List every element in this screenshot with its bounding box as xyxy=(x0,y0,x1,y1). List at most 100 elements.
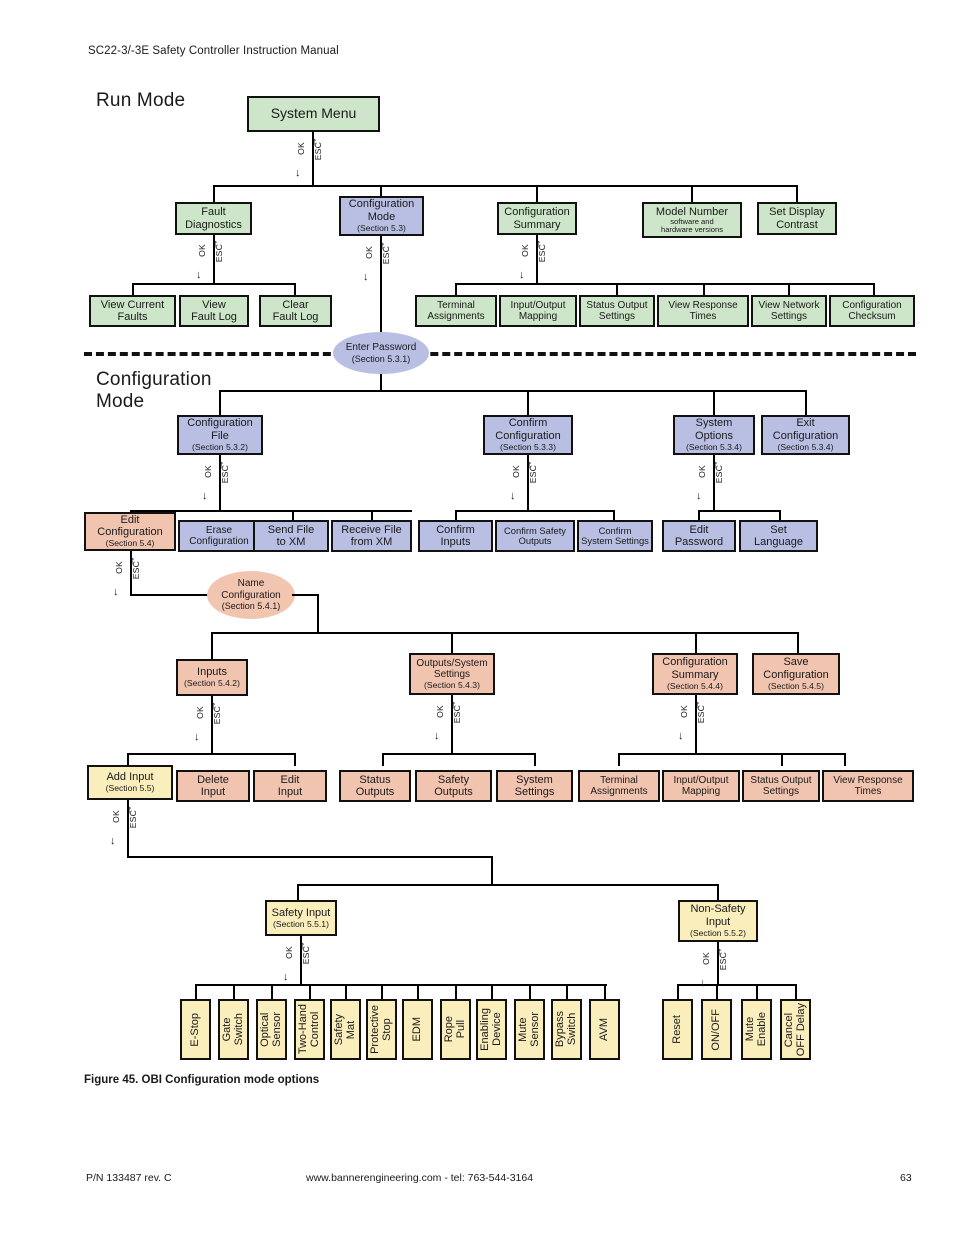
node-input-type-edm[interactable]: EDM xyxy=(402,999,433,1060)
node-label: E-Stop xyxy=(188,1012,201,1047)
arrow-up-icon: ↑ xyxy=(127,804,133,816)
node-configuration-mode[interactable]: Configuration Mode (Section 5.3) xyxy=(339,196,424,236)
node-non-safety-input[interactable]: Non-Safety Input (Section 5.5.2) xyxy=(678,900,758,942)
node-status-output-settings-edit[interactable]: Status Output Settings xyxy=(742,770,820,802)
node-configuration-summary[interactable]: Configuration Summary xyxy=(497,202,577,235)
key-hint-system-menu: OK ESC ↓ ↑ xyxy=(293,137,335,184)
node-set-language[interactable]: Set Language xyxy=(739,520,818,552)
node-configuration-summary-edit[interactable]: Configuration Summary (Section 5.4.4) xyxy=(652,653,738,695)
arrow-down-icon: ↓ xyxy=(696,490,702,502)
node-view-response-times[interactable]: View Response Times xyxy=(657,295,749,327)
node-fault-diagnostics[interactable]: Fault Diagnostics xyxy=(175,202,252,235)
node-edit-configuration[interactable]: Edit Configuration (Section 5.4) xyxy=(84,512,176,551)
node-label: Confirm Configuration xyxy=(495,417,561,442)
node-label: System Menu xyxy=(270,105,357,122)
node-input-type-protective-stop[interactable]: Protective Stop xyxy=(366,999,397,1060)
node-terminal-assignments[interactable]: Terminal Assignments xyxy=(415,295,497,327)
node-inputs[interactable]: Inputs (Section 5.4.2) xyxy=(176,659,248,696)
connector xyxy=(717,884,719,900)
node-clear-fault-log[interactable]: Clear Fault Log xyxy=(259,295,332,327)
connector xyxy=(691,185,693,202)
node-input-type-optical-sensor[interactable]: Optical Sensor xyxy=(256,999,287,1060)
node-add-input[interactable]: Add Input (Section 5.5) xyxy=(87,765,173,800)
key-ok-label: OK xyxy=(697,465,707,478)
node-system-settings[interactable]: System Settings xyxy=(496,770,573,802)
node-confirm-inputs[interactable]: Confirm Inputs xyxy=(418,520,493,552)
node-input-type-avm[interactable]: AVM xyxy=(589,999,620,1060)
connector xyxy=(529,984,531,999)
node-send-file-to-xm[interactable]: Send File to XM xyxy=(253,520,329,552)
node-input-type-enabling-device[interactable]: Enabling Device xyxy=(476,999,507,1060)
node-view-fault-log[interactable]: View Fault Log xyxy=(179,295,249,327)
node-status-output-settings[interactable]: Status Output Settings xyxy=(579,295,655,327)
node-input-output-mapping-edit[interactable]: Input/Output Mapping xyxy=(662,770,740,802)
node-input-type-gate-switch[interactable]: Gate Switch xyxy=(218,999,249,1060)
node-input-type-safety-mat[interactable]: Safety Mat xyxy=(330,999,361,1060)
node-input-type-mute-sensor[interactable]: Mute Sensor xyxy=(514,999,545,1060)
node-status-outputs[interactable]: Status Outputs xyxy=(339,770,411,802)
node-terminal-assignments-edit[interactable]: Terminal Assignments xyxy=(578,770,660,802)
node-safety-outputs[interactable]: Safety Outputs xyxy=(415,770,492,802)
node-label: Non-Safety Input xyxy=(690,903,746,928)
node-view-response-times-edit[interactable]: View Response Times xyxy=(822,770,914,802)
node-section: (Section 5.3.2) xyxy=(192,441,248,452)
node-view-network-settings[interactable]: View Network Settings xyxy=(751,295,827,327)
node-label: Configuration Summary xyxy=(662,656,728,681)
node-input-type-mute-enable[interactable]: Mute Enable xyxy=(741,999,772,1060)
arrow-up-icon: ↑ xyxy=(380,240,386,252)
key-hint-non-safety-input: OK ESC ↓ ↑ xyxy=(698,947,740,994)
connector xyxy=(716,984,718,999)
node-view-current-faults[interactable]: View Current Faults xyxy=(89,295,176,327)
node-label: Exit Configuration xyxy=(772,417,839,442)
connector xyxy=(317,594,319,634)
node-delete-input[interactable]: Delete Input xyxy=(176,770,250,802)
node-label: ON/OFF xyxy=(709,1008,722,1051)
node-enter-password[interactable]: Enter Password (Section 5.3.1) xyxy=(333,332,429,374)
node-safety-input[interactable]: Safety Input (Section 5.5.1) xyxy=(265,900,337,936)
connector xyxy=(292,510,294,520)
node-confirm-system-settings[interactable]: Confirm System Settings xyxy=(577,520,653,552)
connector xyxy=(788,283,790,295)
node-input-type-bypass-switch[interactable]: Bypass Switch xyxy=(551,999,582,1060)
node-exit-configuration[interactable]: Exit Configuration (Section 5.3.4) xyxy=(761,415,850,455)
node-save-configuration[interactable]: Save Configuration (Section 5.4.5) xyxy=(752,653,840,695)
node-input-type-two-hand-control[interactable]: Two-Hand Control xyxy=(294,999,325,1060)
node-confirm-configuration[interactable]: Confirm Configuration (Section 5.3.3) xyxy=(483,415,573,455)
node-edit-input[interactable]: Edit Input xyxy=(253,770,327,802)
node-input-type-rope-pull[interactable]: Rope Pull xyxy=(440,999,471,1060)
node-configuration-file[interactable]: Configuration File (Section 5.3.2) xyxy=(177,415,263,455)
node-label: Safety Input xyxy=(271,906,331,919)
node-label: Enabling Device xyxy=(478,1008,503,1051)
node-outputs-system-settings[interactable]: Outputs/System Settings (Section 5.4.3) xyxy=(409,653,495,695)
node-confirm-safety-outputs[interactable]: Confirm Safety Outputs xyxy=(495,520,575,552)
node-input-type-reset[interactable]: Reset xyxy=(662,999,693,1060)
connector xyxy=(527,390,529,415)
connector xyxy=(213,185,215,202)
node-label: Reset xyxy=(670,1015,683,1044)
node-receive-file-from-xm[interactable]: Receive File from XM xyxy=(331,520,412,552)
node-input-output-mapping[interactable]: Input/Output Mapping xyxy=(499,295,577,327)
connector xyxy=(455,984,457,999)
connector xyxy=(132,283,134,295)
node-input-type-on-off[interactable]: ON/OFF xyxy=(701,999,732,1060)
node-edit-password[interactable]: Edit Password xyxy=(662,520,736,552)
connector xyxy=(294,753,296,766)
node-section: (Section 5.4) xyxy=(105,538,155,549)
node-section: (Section 5.3) xyxy=(357,222,406,233)
node-input-type-cancel-off-delay[interactable]: Cancel OFF Delay xyxy=(780,999,811,1060)
connector xyxy=(345,984,347,999)
arrow-down-icon: ↓ xyxy=(519,269,525,281)
node-input-type-e-stop[interactable]: E-Stop xyxy=(180,999,211,1060)
connector xyxy=(781,753,783,766)
connector xyxy=(805,390,807,415)
node-label: System Options xyxy=(695,417,733,442)
key-hint-confirm-configuration: OK ESC ↓ ↑ xyxy=(508,460,550,507)
node-name-configuration[interactable]: Name Configuration (Section 5.4.1) xyxy=(207,571,295,619)
node-set-display-contrast[interactable]: Set Display Contrast xyxy=(757,202,837,235)
node-system-menu[interactable]: System Menu xyxy=(247,96,380,132)
node-configuration-checksum[interactable]: Configuration Checksum xyxy=(829,295,915,327)
node-erase-configuration[interactable]: Erase Configuration xyxy=(178,520,260,552)
key-ok-label: OK xyxy=(435,705,445,718)
node-system-options[interactable]: System Options (Section 5.3.4) xyxy=(673,415,755,455)
node-model-number[interactable]: Model Number software and hardware versi… xyxy=(642,202,742,238)
